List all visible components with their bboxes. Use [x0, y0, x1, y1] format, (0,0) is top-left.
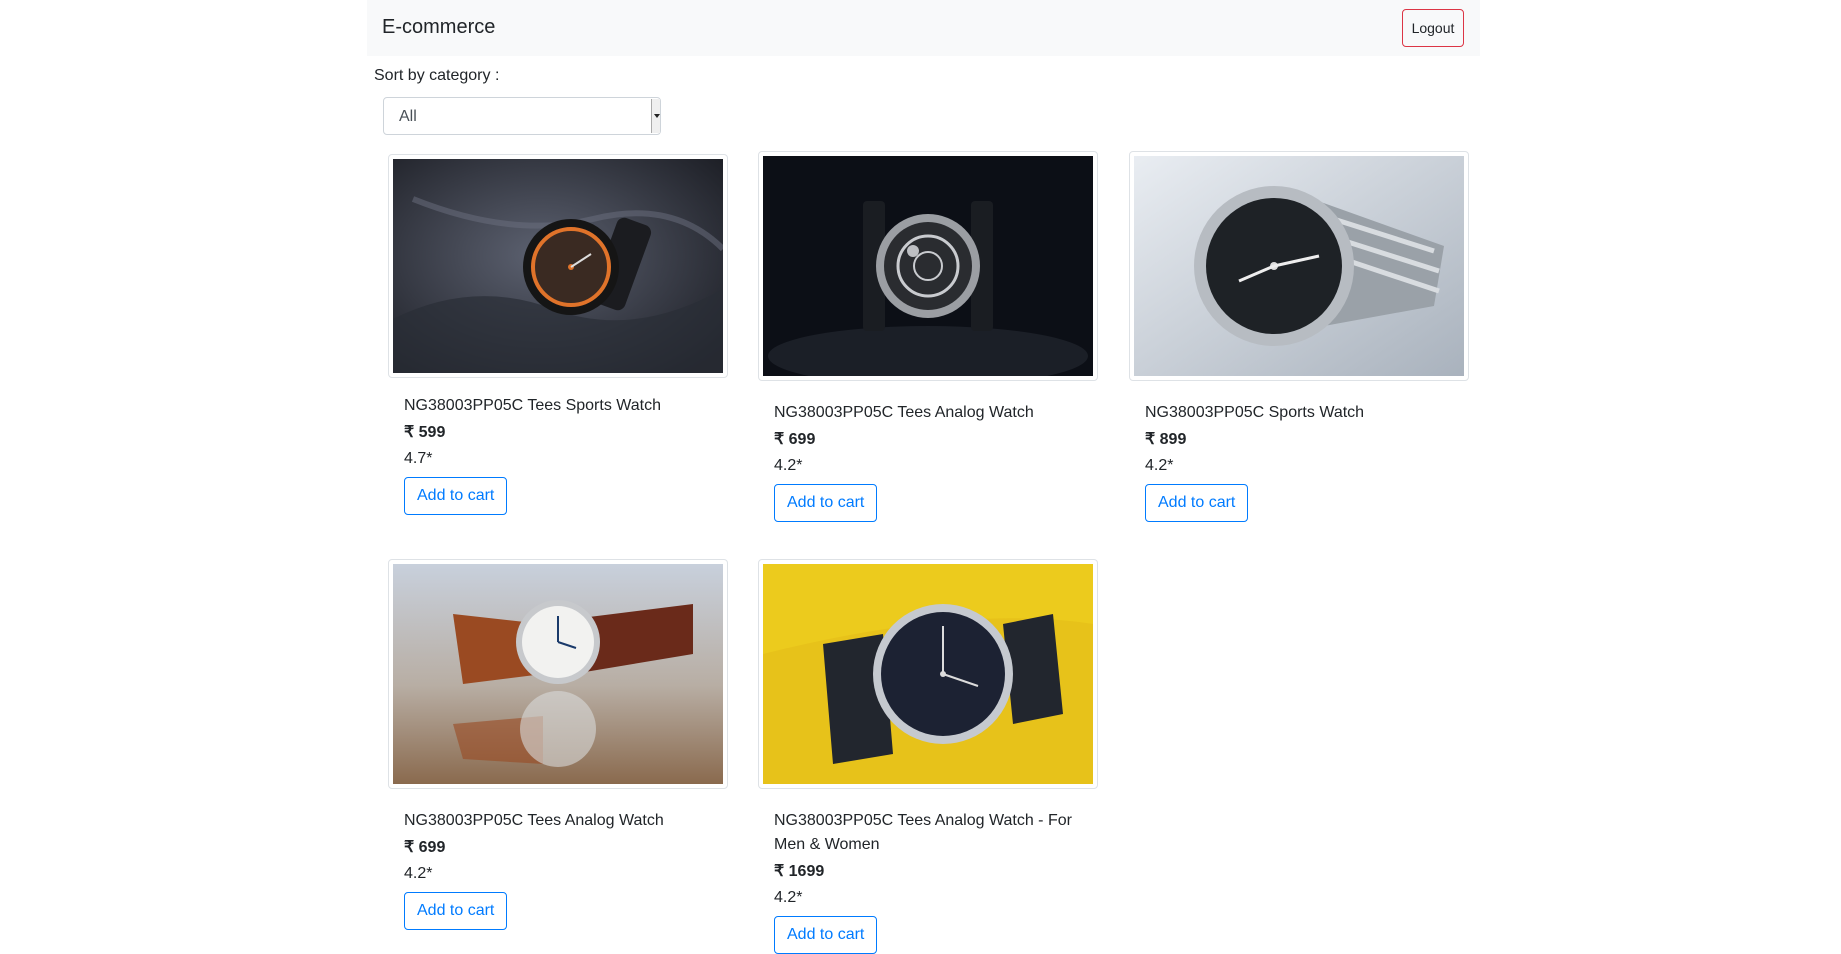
product-rating: 4.2* [1145, 457, 1174, 474]
product-price-value: 699 [418, 839, 446, 856]
product-image [758, 151, 1098, 381]
sports-watch-on-dark-cloth-image [393, 159, 723, 373]
product-price: ₹ 599 [404, 422, 445, 442]
add-to-cart-button[interactable]: Add to cart [404, 892, 508, 930]
product-price-value: 899 [1159, 431, 1187, 448]
product-price-value: 1699 [788, 863, 825, 880]
product-rating: 4.7* [404, 450, 433, 467]
rupee-icon: ₹ [774, 863, 785, 880]
add-to-cart-button[interactable]: Add to cart [774, 484, 878, 522]
product-image [758, 559, 1098, 789]
rupee-icon: ₹ [1145, 431, 1156, 448]
sort-by-category-label: Sort by category : [374, 67, 500, 84]
leather-strap-white-dial-watch-image [393, 564, 723, 784]
product-price-value: 599 [418, 424, 446, 441]
rupee-icon: ₹ [404, 424, 415, 441]
product-rating: 4.2* [404, 865, 433, 882]
skeleton-watch-dark-background-image [763, 156, 1093, 376]
product-title[interactable]: NG38003PP05C Sports Watch [1145, 401, 1463, 425]
category-select-value: All [399, 108, 417, 125]
blue-dial-watch-yellow-background-image [763, 564, 1093, 784]
product-price: ₹ 699 [404, 837, 445, 857]
product-price: ₹ 899 [1145, 429, 1186, 449]
product-title[interactable]: NG38003PP05C Tees Sports Watch [404, 394, 722, 418]
product-image [388, 559, 728, 789]
product-price: ₹ 699 [774, 429, 815, 449]
product-title[interactable]: NG38003PP05C Tees Analog Watch - For Men… [774, 809, 1092, 857]
product-rating: 4.2* [774, 457, 803, 474]
brand-title[interactable]: E-commerce [382, 16, 495, 39]
add-to-cart-button[interactable]: Add to cart [774, 916, 878, 954]
product-price-value: 699 [788, 431, 816, 448]
product-price: ₹ 1699 [774, 861, 824, 881]
navbar: E-commerce Logout [367, 0, 1480, 56]
product-title[interactable]: NG38003PP05C Tees Analog Watch [404, 809, 722, 833]
product-rating: 4.2* [774, 889, 803, 906]
rupee-icon: ₹ [774, 431, 785, 448]
chevron-down-icon[interactable] [651, 99, 660, 133]
product-image [388, 154, 728, 378]
product-title[interactable]: NG38003PP05C Tees Analog Watch [774, 401, 1092, 425]
logout-button[interactable]: Logout [1402, 9, 1464, 47]
product-image [1129, 151, 1469, 381]
category-select[interactable]: All [383, 97, 661, 135]
rupee-icon: ₹ [404, 839, 415, 856]
steel-chronograph-watch-image [1134, 156, 1464, 376]
add-to-cart-button[interactable]: Add to cart [404, 477, 508, 515]
add-to-cart-button[interactable]: Add to cart [1145, 484, 1249, 522]
